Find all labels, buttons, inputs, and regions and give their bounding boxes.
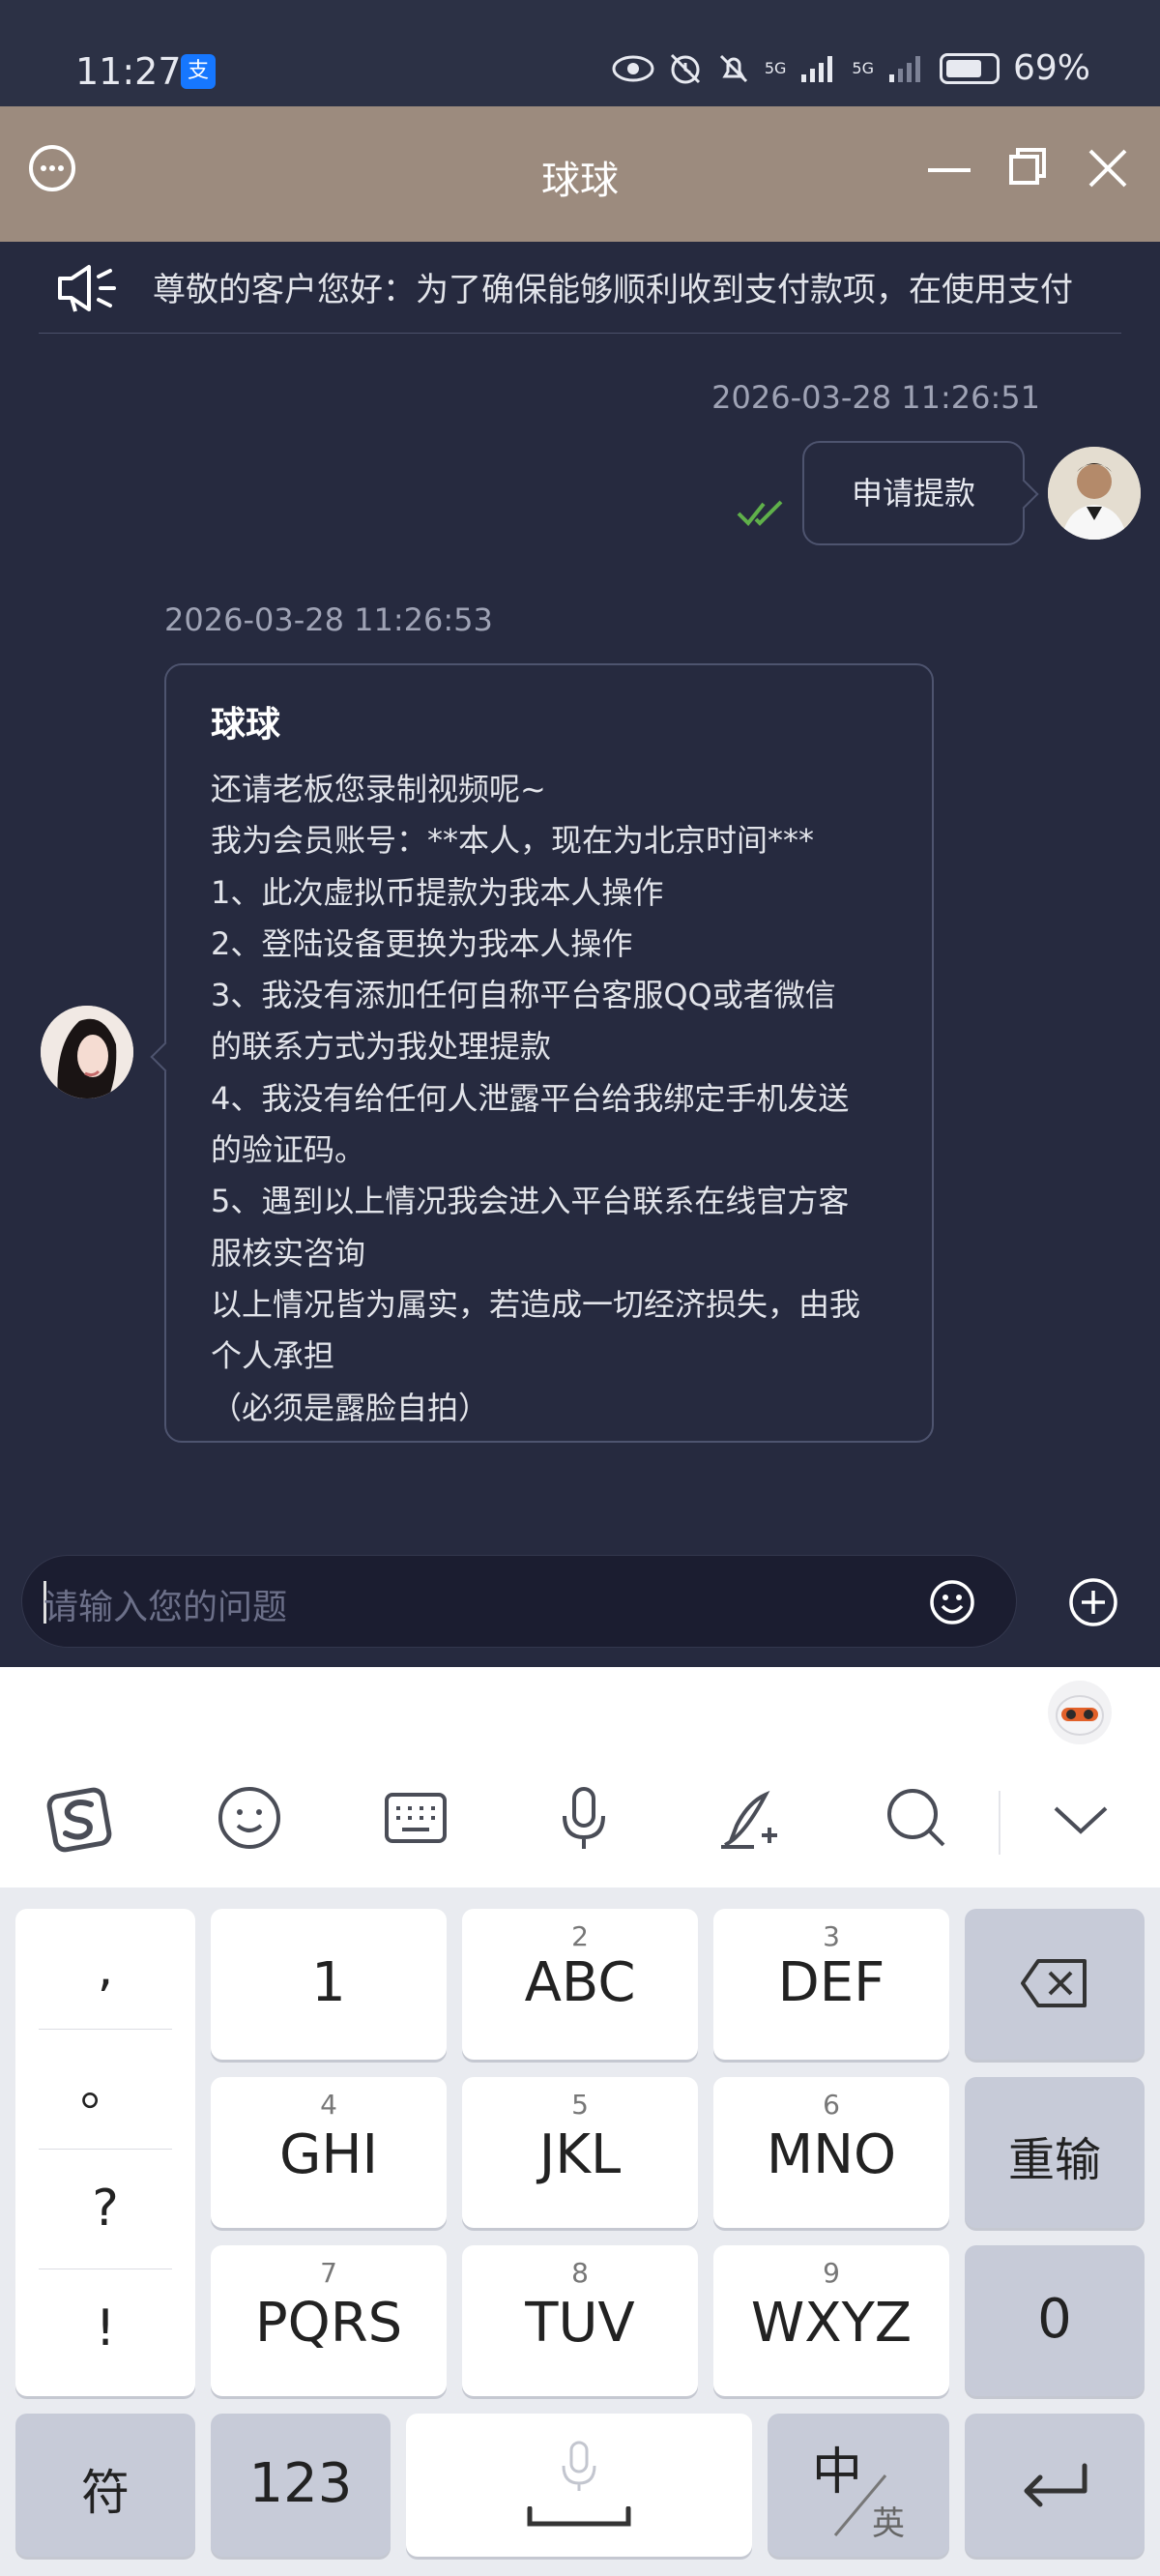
- message-line: （必须是露脸自拍）: [211, 1389, 490, 1426]
- network-1-label: 5G: [764, 59, 787, 77]
- key-1[interactable]: 1: [211, 1909, 447, 2060]
- message-line: 以上情况皆为属实，若造成一切经济损失，由我: [211, 1285, 861, 1323]
- punct-key-question[interactable]: ?: [15, 2149, 195, 2269]
- outgoing-message-bubble[interactable]: 申请提款: [802, 441, 1025, 545]
- signal-icon: [888, 55, 920, 82]
- message-line: 个人承担: [211, 1337, 335, 1375]
- message-input[interactable]: 请输入您的问题: [21, 1555, 1017, 1648]
- chat-title: 球球: [541, 159, 619, 203]
- microphone-icon: [562, 2441, 596, 2491]
- incoming-message-bubble[interactable]: 球球 还请老板您录制视频呢~ 我为会员账号：**本人，现在为北京时间*** 1、…: [164, 663, 934, 1443]
- sender-name: 球球: [211, 705, 281, 745]
- backspace-key[interactable]: [965, 1909, 1145, 2060]
- announcement-bar[interactable]: 尊敬的客户您好：为了确保能够顺利收到支付款项，在使用支付: [0, 242, 1160, 335]
- message-line: 4、我没有给任何人泄露平台给我绑定手机发送: [211, 1079, 850, 1117]
- keyboard-layout-icon[interactable]: [381, 1783, 450, 1853]
- microphone-icon[interactable]: [549, 1783, 619, 1853]
- enter-icon: [1024, 2463, 1088, 2507]
- punct-key-comma[interactable]: ,: [15, 1909, 195, 2029]
- user-avatar[interactable]: [1048, 447, 1141, 540]
- battery-percent: 69%: [1012, 48, 1090, 88]
- punctuation-column: , 。 ? !: [15, 1909, 195, 2396]
- language-switch-key[interactable]: 中 英: [768, 2414, 949, 2557]
- alarm-icon: [670, 53, 700, 83]
- key-9-wxyz[interactable]: 9 WXYZ: [713, 2245, 949, 2396]
- chat-title-bar: 球球: [0, 106, 1160, 242]
- signal-icon: [801, 55, 833, 82]
- read-receipt-icon: [737, 500, 783, 526]
- enter-key[interactable]: [965, 2414, 1145, 2557]
- network-2-label: 5G: [852, 59, 874, 77]
- space-key[interactable]: [406, 2414, 752, 2557]
- battery-icon: [939, 52, 1000, 84]
- close-icon[interactable]: [1087, 147, 1129, 190]
- symbols-key[interactable]: 符: [15, 2414, 195, 2557]
- key-7-pqrs[interactable]: 7 PQRS: [211, 2245, 447, 2396]
- message-line: 的联系方式为我处理提款: [211, 1028, 552, 1066]
- lang-alt-label: 英: [872, 2504, 905, 2543]
- emoji-icon[interactable]: [928, 1578, 976, 1626]
- mute-icon: [719, 54, 747, 82]
- megaphone-icon: [58, 265, 116, 312]
- message-line: 服核实咨询: [211, 1234, 366, 1272]
- status-icons: 5G 5G 69%: [612, 48, 1090, 88]
- message-timestamp: 2026-03-28 11:26:51: [711, 379, 1040, 416]
- sogou-logo-icon[interactable]: [44, 1783, 114, 1853]
- message-line: 还请老板您录制视频呢~: [211, 771, 546, 807]
- key-4-ghi[interactable]: 4 GHI: [211, 2077, 447, 2228]
- status-time: 11:27: [75, 50, 182, 93]
- collapse-keyboard-icon[interactable]: [1046, 1783, 1116, 1853]
- add-attachment-icon[interactable]: [1067, 1576, 1119, 1628]
- restore-window-icon[interactable]: [1008, 147, 1047, 186]
- backspace-icon: [1021, 1959, 1087, 2007]
- message-timestamp: 2026-03-28 11:26:53: [164, 601, 493, 638]
- punct-key-period[interactable]: 。: [15, 2029, 195, 2149]
- alipay-notification-icon: 支: [181, 54, 216, 89]
- input-placeholder: 请输入您的问题: [44, 1588, 288, 1627]
- message-line: 1、此次虚拟币提款为我本人操作: [211, 873, 664, 911]
- key-8-tuv[interactable]: 8 TUV: [462, 2245, 698, 2396]
- announcement-text: 尊敬的客户您好：为了确保能够顺利收到支付款项，在使用支付: [153, 271, 1073, 309]
- message-input-bar: 请输入您的问题: [0, 1534, 1160, 1667]
- key-6-mno[interactable]: 6 MNO: [713, 2077, 949, 2228]
- key-0[interactable]: 0: [965, 2245, 1145, 2396]
- punct-key-exclaim[interactable]: !: [15, 2269, 195, 2388]
- numbers-key[interactable]: 123: [211, 2414, 391, 2557]
- space-bar-icon: [527, 2506, 631, 2527]
- search-icon[interactable]: [882, 1783, 951, 1853]
- message-line: 5、遇到以上情况我会进入平台联系在线官方客: [211, 1183, 850, 1220]
- divider: [39, 333, 1121, 334]
- agent-avatar[interactable]: [41, 1006, 133, 1098]
- keyboard-toolbar: [0, 1667, 1160, 1888]
- eye-icon: [612, 55, 654, 81]
- message-line: 3、我没有添加任何自称平台客服QQ或者微信: [211, 977, 836, 1014]
- message-line: 我为会员账号：**本人，现在为北京时间***: [211, 822, 815, 860]
- minimize-icon[interactable]: [928, 168, 971, 172]
- message-line: 的验证码。: [211, 1131, 366, 1169]
- keyboard-mascot-icon[interactable]: [1048, 1681, 1112, 1744]
- handwriting-icon[interactable]: [715, 1783, 785, 1853]
- emoji-panel-icon[interactable]: [215, 1783, 284, 1853]
- message-line: 2、登陆设备更换为我本人操作: [211, 924, 633, 962]
- key-3-def[interactable]: 3 DEF: [713, 1909, 949, 2060]
- status-bar: 11:27 支 5G 5G 69%: [0, 0, 1160, 106]
- reinput-key[interactable]: 重输: [965, 2077, 1145, 2228]
- key-2-abc[interactable]: 2 ABC: [462, 1909, 698, 2060]
- toolbar-divider: [999, 1791, 1000, 1855]
- key-5-jkl[interactable]: 5 JKL: [462, 2077, 698, 2228]
